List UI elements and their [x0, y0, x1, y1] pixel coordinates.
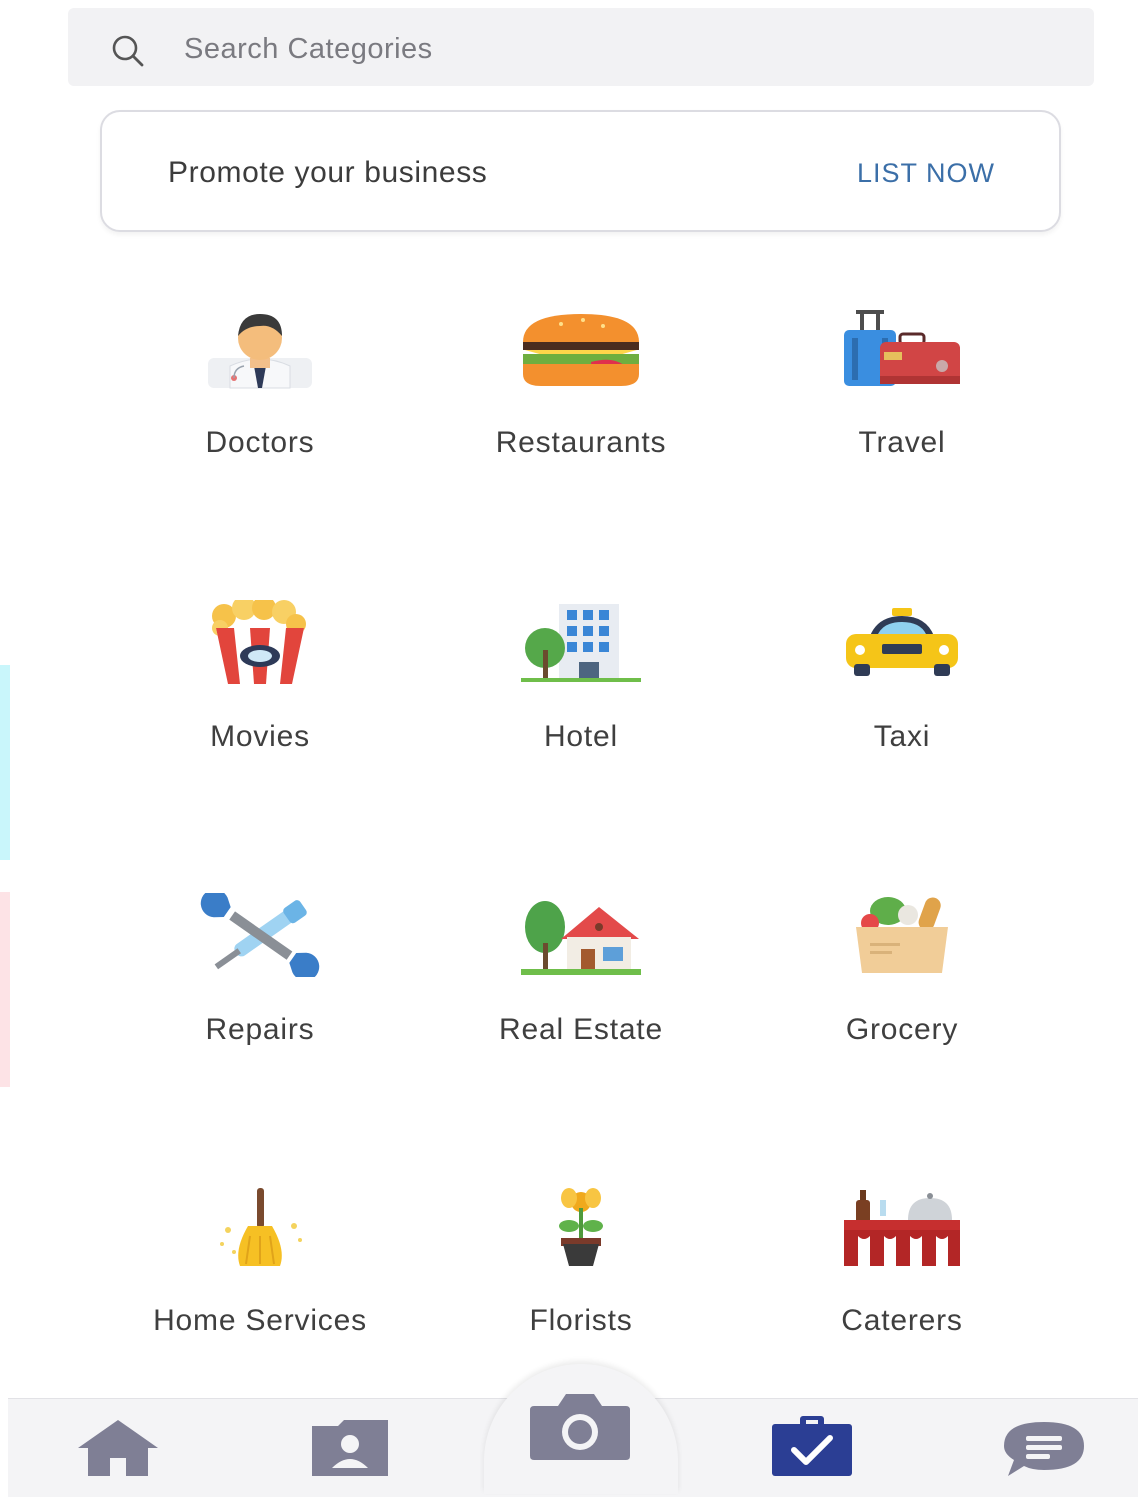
doctor-icon	[208, 314, 312, 389]
category-label: Home Services	[153, 1304, 367, 1337]
category-movies[interactable]: Movies	[110, 600, 410, 800]
category-label: Caterers	[841, 1304, 963, 1337]
burger-icon	[523, 314, 639, 386]
category-hotel[interactable]: Hotel	[431, 600, 731, 800]
clipboard-check-icon[interactable]	[770, 1414, 854, 1478]
category-label: Taxi	[873, 720, 931, 753]
chat-bubble-icon[interactable]	[1002, 1420, 1086, 1478]
list-now-button[interactable]: LIST NOW	[857, 158, 995, 189]
contact-card-icon[interactable]	[308, 1418, 392, 1478]
luggage-icon	[844, 310, 960, 386]
search-icon	[112, 35, 144, 67]
category-label: Hotel	[543, 720, 619, 753]
taxi-icon	[846, 608, 958, 676]
category-grocery[interactable]: Grocery	[752, 893, 1052, 1093]
home-icon[interactable]	[76, 1418, 160, 1478]
category-real-estate[interactable]: Real Estate	[431, 893, 731, 1093]
edge-artifact-cyan	[0, 665, 10, 860]
category-label: Florists	[529, 1304, 633, 1337]
search-bar[interactable]	[68, 8, 1094, 86]
catering-table-icon	[844, 1190, 960, 1266]
category-florists[interactable]: Florists	[431, 1186, 731, 1386]
category-doctors[interactable]: Doctors	[110, 308, 410, 508]
category-label: Restaurants	[495, 426, 667, 459]
category-label: Real Estate	[499, 1013, 663, 1046]
category-label: Repairs	[205, 1013, 315, 1046]
category-restaurants[interactable]: Restaurants	[431, 308, 731, 508]
category-caterers[interactable]: Caterers	[752, 1186, 1052, 1386]
category-label: Movies	[210, 720, 310, 753]
flower-pot-icon	[559, 1188, 603, 1266]
category-home-services[interactable]: Home Services	[110, 1186, 410, 1386]
grocery-bag-icon	[856, 897, 948, 973]
house-icon	[521, 901, 641, 975]
category-label: Doctors	[205, 426, 315, 459]
broom-icon	[220, 1188, 302, 1266]
search-input[interactable]	[182, 28, 1066, 70]
wrench-screwdriver-icon	[200, 893, 320, 977]
promote-text: Promote your business	[168, 156, 488, 189]
edge-artifact-pink	[0, 892, 10, 1087]
popcorn-icon	[212, 600, 306, 684]
category-label: Grocery	[845, 1013, 959, 1046]
category-travel[interactable]: Travel	[752, 308, 1052, 508]
hotel-building-icon	[521, 604, 641, 682]
category-label: Travel	[858, 426, 946, 459]
category-taxi[interactable]: Taxi	[752, 600, 1052, 800]
category-repairs[interactable]: Repairs	[110, 893, 410, 1093]
camera-icon[interactable]	[528, 1392, 632, 1462]
promote-business-card: Promote your business LIST NOW	[100, 110, 1061, 232]
